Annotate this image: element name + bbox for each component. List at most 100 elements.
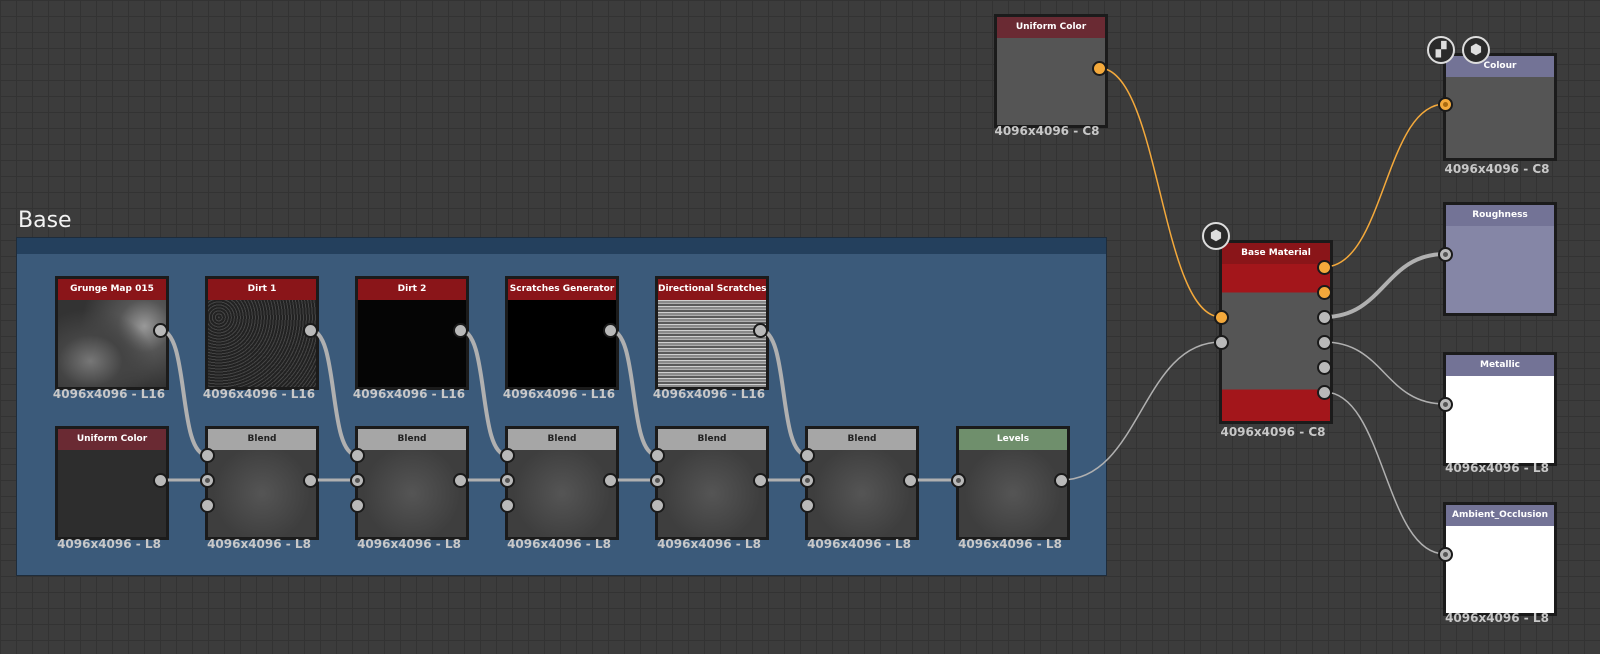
input-port[interactable] [500, 498, 515, 513]
node-title: Colour [1446, 56, 1554, 77]
node-thumbnail [508, 300, 616, 387]
node-title: Scratches Generator [508, 279, 616, 300]
input-port[interactable] [350, 498, 365, 513]
node-title: Metallic [1446, 355, 1554, 376]
wire [1323, 103, 1446, 268]
input-port[interactable] [800, 473, 815, 488]
input-port[interactable] [500, 448, 515, 463]
node-title: Dirt 2 [358, 279, 466, 300]
node-size-label: 4096x4096 - L16 [352, 387, 466, 401]
input-port[interactable] [200, 448, 215, 463]
node-thumbnail [358, 450, 466, 537]
output-port[interactable] [453, 323, 468, 338]
checker-icon[interactable]: ▞ [1427, 36, 1455, 64]
node-title: Roughness [1446, 205, 1554, 226]
input-port[interactable] [1214, 335, 1229, 350]
node-blend-2[interactable]: Blend [355, 426, 469, 540]
output-port[interactable] [1317, 385, 1332, 400]
node-size-label: 4096x4096 - L8 [57, 537, 161, 551]
node-thumbnail [997, 38, 1105, 125]
node-uniform-color-top[interactable]: Uniform Color [994, 14, 1108, 128]
output-port[interactable] [903, 473, 918, 488]
output-port[interactable] [753, 473, 768, 488]
node-dirt-1[interactable]: Dirt 1 [205, 276, 319, 390]
node-blend-4[interactable]: Blend [655, 426, 769, 540]
node-thumbnail [1446, 376, 1554, 463]
output-port[interactable] [153, 473, 168, 488]
input-port[interactable] [200, 498, 215, 513]
output-port[interactable] [303, 323, 318, 338]
output-port[interactable] [1317, 310, 1332, 325]
wire [1098, 67, 1222, 318]
node-size-label: 4096x4096 - C8 [1220, 425, 1326, 439]
input-port[interactable] [650, 498, 665, 513]
node-output-roughness[interactable]: Roughness [1443, 202, 1557, 316]
output-port-color[interactable] [1317, 260, 1332, 275]
input-port[interactable] [951, 473, 966, 488]
node-dirt-2[interactable]: Dirt 2 [355, 276, 469, 390]
node-size-label: 4096x4096 - L8 [807, 537, 911, 551]
node-output-ambient-occlusion[interactable]: Ambient_Occlusion [1443, 502, 1557, 616]
input-port[interactable] [500, 473, 515, 488]
node-output-metallic[interactable]: Metallic [1443, 352, 1557, 466]
node-title: Blend [808, 429, 916, 450]
input-port-color[interactable] [1438, 97, 1453, 112]
input-port[interactable] [650, 473, 665, 488]
output-port[interactable] [1054, 473, 1069, 488]
node-size-label: 4096x4096 - L8 [958, 537, 1062, 551]
output-port-color[interactable] [1092, 61, 1107, 76]
input-port[interactable] [1438, 397, 1453, 412]
input-port[interactable] [200, 473, 215, 488]
frame-title: Base [18, 208, 72, 233]
node-thumbnail [58, 450, 166, 537]
input-port[interactable] [800, 498, 815, 513]
output-port[interactable] [1317, 335, 1332, 350]
node-thumbnail [658, 450, 766, 537]
input-port[interactable] [350, 448, 365, 463]
node-title: Grunge Map 015 [58, 279, 166, 300]
node-thumbnail [1446, 226, 1554, 313]
node-blend-3[interactable]: Blend [505, 426, 619, 540]
node-base-material[interactable]: Base Material [1219, 240, 1333, 424]
node-thumbnail [208, 450, 316, 537]
node-levels[interactable]: Levels [956, 426, 1070, 540]
node-uniform-color-base[interactable]: Uniform Color [55, 426, 169, 540]
node-title: Ambient_Occlusion [1446, 505, 1554, 526]
node-thumbnail [1222, 264, 1330, 421]
node-blend-1[interactable]: Blend [205, 426, 319, 540]
node-grunge-map[interactable]: Grunge Map 015 [55, 276, 169, 390]
input-port[interactable] [350, 473, 365, 488]
node-directional-scratches[interactable]: Directional Scratches [655, 276, 769, 390]
cube-icon[interactable]: ⬢ [1202, 222, 1230, 250]
input-port[interactable] [1438, 247, 1453, 262]
node-scratches-generator[interactable]: Scratches Generator [505, 276, 619, 390]
node-thumbnail [658, 300, 766, 387]
wire [1323, 252, 1446, 319]
input-port-color[interactable] [1214, 310, 1229, 325]
node-title: Blend [358, 429, 466, 450]
node-size-label: 4096x4096 - L16 [652, 387, 766, 401]
output-port[interactable] [303, 473, 318, 488]
output-port[interactable] [153, 323, 168, 338]
output-port[interactable] [1317, 360, 1332, 375]
node-title: Blend [208, 429, 316, 450]
output-port[interactable] [453, 473, 468, 488]
input-port[interactable] [800, 448, 815, 463]
wire [1323, 341, 1446, 405]
node-size-label: 4096x4096 - L16 [502, 387, 616, 401]
output-port[interactable] [603, 473, 618, 488]
node-thumbnail [508, 450, 616, 537]
input-port[interactable] [650, 448, 665, 463]
node-size-label: 4096x4096 - L8 [1445, 611, 1549, 625]
input-port[interactable] [1438, 547, 1453, 562]
node-thumbnail [1446, 526, 1554, 613]
output-port[interactable] [603, 323, 618, 338]
node-title: Base Material [1222, 243, 1330, 264]
node-title: Blend [658, 429, 766, 450]
node-output-colour[interactable]: Colour [1443, 53, 1557, 161]
output-port-color[interactable] [1317, 285, 1332, 300]
node-blend-5[interactable]: Blend [805, 426, 919, 540]
node-size-label: 4096x4096 - C8 [994, 124, 1100, 138]
output-port[interactable] [753, 323, 768, 338]
cube-icon[interactable]: ⬢ [1462, 36, 1490, 64]
